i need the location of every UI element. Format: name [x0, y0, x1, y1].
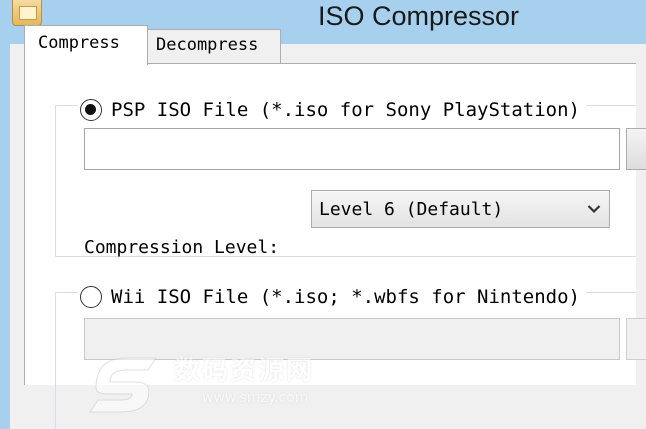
chevron-down-icon	[579, 204, 609, 214]
app-icon[interactable]	[12, 0, 42, 26]
watermark: 数码资源网 www.smzy.com	[86, 348, 346, 418]
watermark-text: 数码资源网	[174, 356, 315, 386]
wii-radio[interactable]	[80, 286, 102, 308]
psp-browse-button[interactable]	[626, 128, 646, 170]
psp-radio-label: PSP ISO File (*.iso for Sony PlayStation…	[111, 99, 580, 121]
tab-compress-label: Compress	[38, 33, 120, 53]
compression-level-label: Compression Level:	[84, 237, 280, 258]
wii-radio-label: Wii ISO File (*.iso; *.wbfs for Nintendo…	[111, 286, 580, 308]
tab-compress[interactable]: Compress	[24, 25, 148, 65]
tab-decompress-label: Decompress	[156, 35, 259, 55]
compression-level-value: Level 6 (Default)	[319, 198, 504, 220]
wii-option[interactable]: Wii ISO File (*.iso; *.wbfs for Nintendo…	[78, 282, 586, 312]
psp-file-path-input[interactable]	[84, 128, 620, 170]
tab-decompress[interactable]: Decompress	[148, 29, 281, 63]
wii-browse-button[interactable]	[626, 318, 646, 360]
watermark-url: www.smzy.com	[202, 390, 309, 406]
window-title: ISO Compressor	[318, 1, 520, 31]
psp-radio[interactable]	[80, 99, 102, 121]
compression-level-select[interactable]: Level 6 (Default)	[311, 190, 610, 228]
watermark-logo-icon	[89, 357, 157, 413]
psp-option[interactable]: PSP ISO File (*.iso for Sony PlayStation…	[78, 95, 586, 125]
